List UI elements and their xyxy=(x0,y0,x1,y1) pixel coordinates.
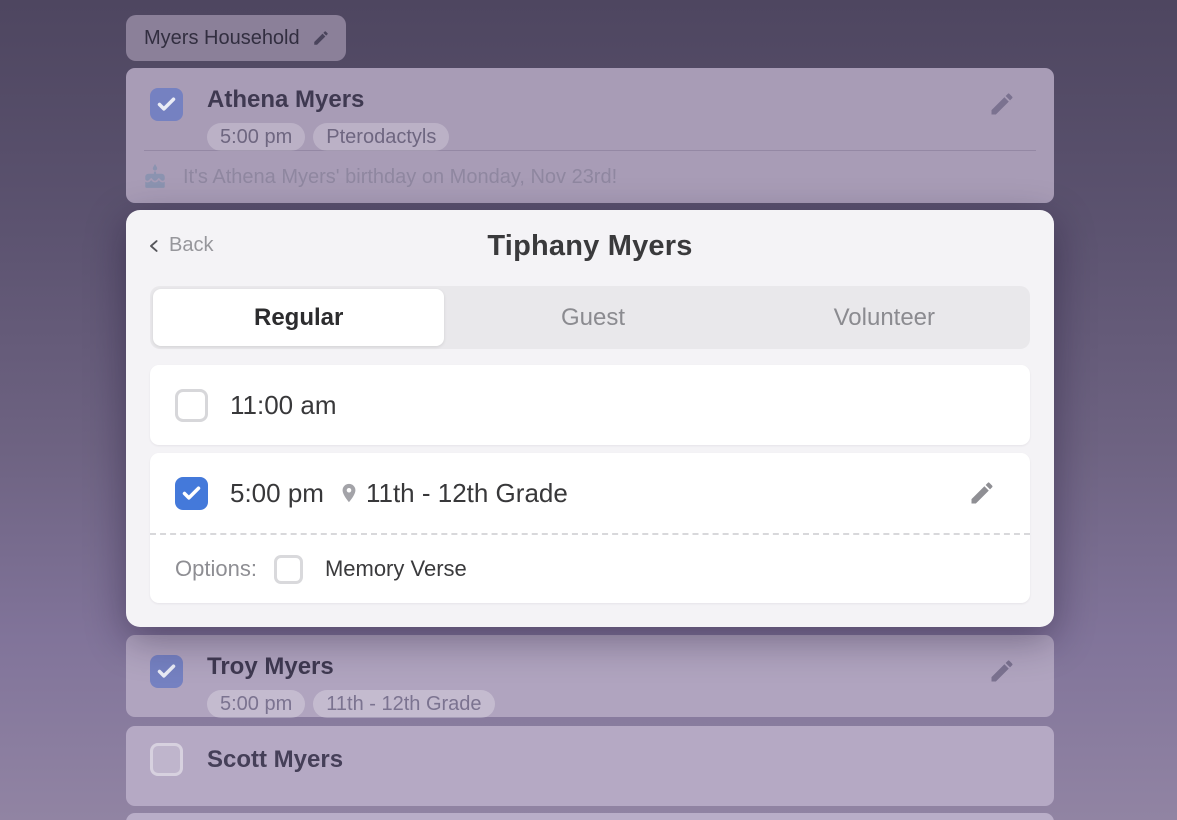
session-time: 11:00 am xyxy=(230,390,336,421)
location-pin-icon xyxy=(338,482,360,504)
location-badge: Pterodactyls xyxy=(313,123,449,151)
check-icon xyxy=(156,661,177,682)
member-card-scott[interactable]: Scott Myers xyxy=(126,726,1054,806)
location-badge: 11th - 12th Grade xyxy=(313,690,494,718)
session-row-5pm[interactable]: 5:00 pm 11th - 12th Grade Options: Memor… xyxy=(150,453,1030,603)
divider xyxy=(144,150,1036,151)
check-icon xyxy=(156,94,177,115)
checkbox-athena-checked[interactable] xyxy=(150,88,183,121)
modal-header: Back Tiphany Myers xyxy=(126,210,1054,278)
page-title: Tiphany Myers xyxy=(126,230,1054,263)
member-card-troy[interactable]: Troy Myers 5:00 pm 11th - 12th Grade xyxy=(126,635,1054,717)
checkbox-memory-verse-unchecked[interactable] xyxy=(274,555,303,584)
pencil-icon xyxy=(312,29,330,47)
option-label: Memory Verse xyxy=(325,556,467,582)
checkbox-5pm-checked[interactable] xyxy=(175,477,208,510)
check-icon xyxy=(181,483,202,504)
pencil-icon[interactable] xyxy=(988,657,1016,685)
attendance-type-tabs: Regular Guest Volunteer xyxy=(150,286,1030,349)
options-label: Options: xyxy=(175,556,257,582)
pencil-icon[interactable] xyxy=(988,90,1016,118)
household-name-button[interactable]: Myers Household xyxy=(126,15,346,61)
time-badge: 5:00 pm xyxy=(207,123,305,151)
checkbox-troy-checked[interactable] xyxy=(150,655,183,688)
member-card-athena[interactable]: Athena Myers 5:00 pm Pterodactyls It's A… xyxy=(126,68,1054,203)
session-row-11am[interactable]: 11:00 am xyxy=(150,365,1030,445)
member-name: Scott Myers xyxy=(207,748,343,772)
options-row: Options: Memory Verse xyxy=(150,533,1030,603)
checkbox-11am-unchecked[interactable] xyxy=(175,389,208,422)
session-time: 5:00 pm xyxy=(230,478,324,509)
pencil-icon xyxy=(968,479,996,507)
member-name: Athena Myers xyxy=(207,88,449,112)
person-detail-modal: Back Tiphany Myers Regular Guest Volunte… xyxy=(126,210,1054,627)
household-name-label: Myers Household xyxy=(144,27,300,50)
session-location: 11th - 12th Grade xyxy=(366,478,568,509)
tab-volunteer[interactable]: Volunteer xyxy=(739,286,1030,349)
birthday-cake-icon xyxy=(142,164,168,190)
edit-session-button[interactable] xyxy=(968,479,996,507)
birthday-note: It's Athena Myers' birthday on Monday, N… xyxy=(183,166,617,189)
member-name: Troy Myers xyxy=(207,655,495,679)
tab-regular[interactable]: Regular xyxy=(153,289,444,346)
tab-guest[interactable]: Guest xyxy=(447,286,738,349)
checkin-screen: Myers Household Athena Myers 5:00 pm Pte… xyxy=(0,0,1177,820)
checkbox-scott-unchecked[interactable] xyxy=(150,743,183,776)
time-badge: 5:00 pm xyxy=(207,690,305,718)
member-card-partial[interactable] xyxy=(126,813,1054,820)
